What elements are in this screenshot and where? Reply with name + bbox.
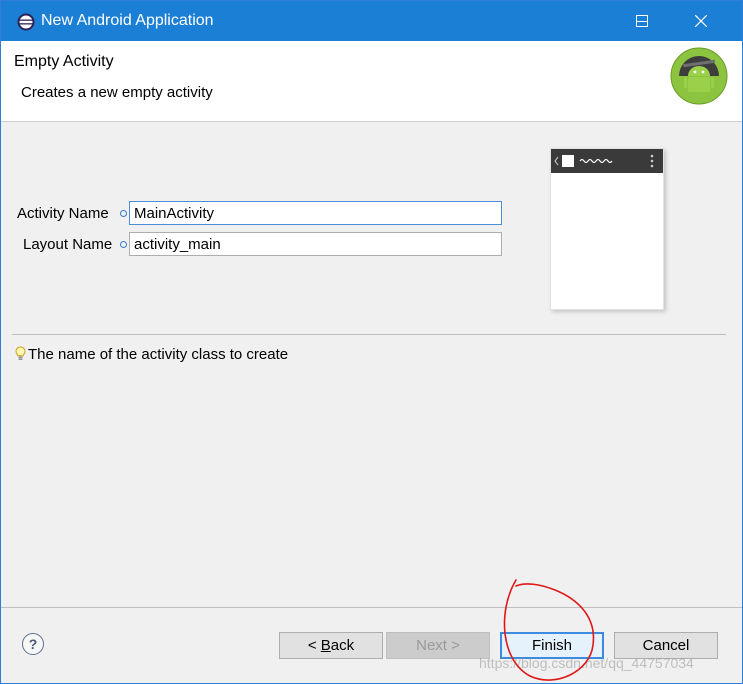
watermark-text: https://blog.csdn.net/qq_44757034: [479, 655, 694, 671]
eclipse-app-icon: [17, 13, 35, 31]
wizard-header: Empty Activity Creates a new empty activ…: [1, 41, 742, 122]
back-button[interactable]: < Back: [279, 632, 383, 659]
android-logo-icon: [670, 47, 728, 105]
page-description: Creates a new empty activity: [21, 84, 213, 101]
back-mnemonic: B: [320, 637, 331, 654]
footer-separator: [1, 607, 742, 608]
hint-text: The name of the activity class to create: [28, 346, 289, 363]
next-button[interactable]: Next >: [386, 632, 490, 659]
activity-preview: [550, 148, 664, 310]
preview-action-bar-icons: [554, 154, 654, 168]
help-button[interactable]: ?: [22, 633, 44, 655]
close-icon: [695, 15, 707, 27]
back-prefix: <: [307, 637, 321, 654]
page-title: Empty Activity: [14, 53, 114, 70]
window-title: New Android Application: [41, 12, 214, 29]
info-icon: [120, 210, 127, 217]
preview-action-bar: [551, 149, 663, 173]
dialog-window: New Android Application Empty Activity C…: [0, 0, 743, 684]
maximize-icon: [636, 15, 648, 27]
lightbulb-icon: [15, 346, 26, 360]
title-bar[interactable]: New Android Application: [1, 1, 742, 41]
maximize-button[interactable]: [613, 1, 671, 41]
layout-name-label: Layout Name: [23, 236, 113, 253]
info-icon: [120, 241, 127, 248]
activity-name-label: Activity Name: [17, 205, 109, 222]
activity-name-input[interactable]: [129, 201, 502, 225]
back-rest: ack: [330, 637, 355, 654]
separator: [12, 334, 726, 335]
layout-name-input[interactable]: [129, 232, 502, 256]
close-button[interactable]: [672, 1, 730, 41]
